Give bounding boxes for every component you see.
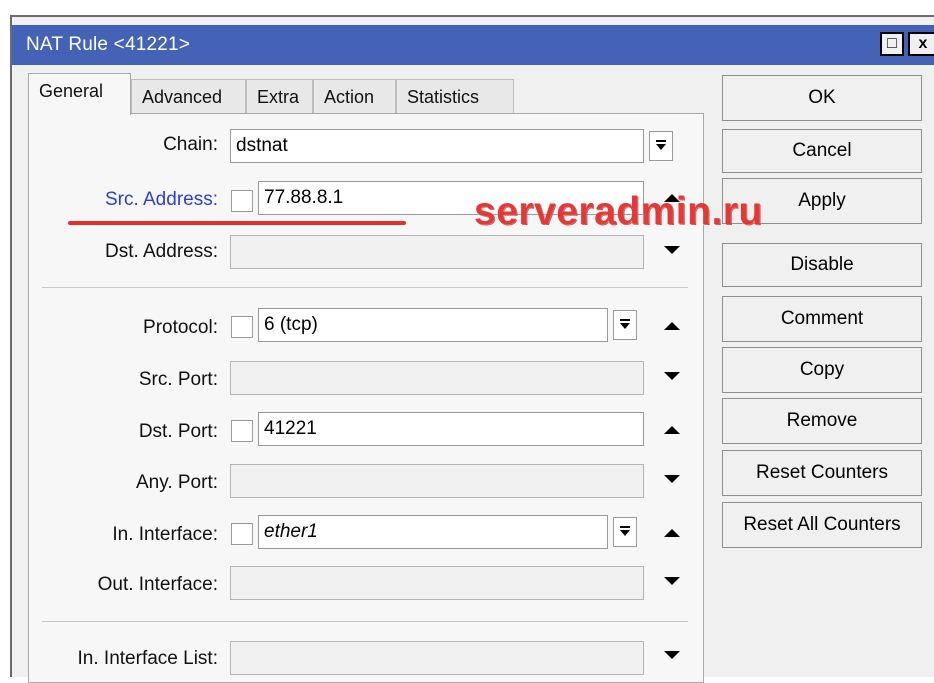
maximize-icon[interactable]: □	[880, 32, 904, 56]
arrow-up-icon[interactable]	[660, 418, 684, 442]
chain-field[interactable]: dstnat	[230, 129, 644, 163]
dst-address-field[interactable]	[230, 235, 644, 269]
protocol-negate-checkbox[interactable]	[231, 316, 253, 338]
tab-general[interactable]: General	[28, 73, 131, 115]
tab-advanced[interactable]: Advanced	[131, 79, 246, 113]
separator	[42, 621, 688, 622]
src-port-field[interactable]	[230, 361, 644, 395]
watermark: serveradmin.ru	[474, 190, 763, 233]
window-title: NAT Rule <41221>	[26, 34, 191, 55]
arrow-up-icon[interactable]	[660, 314, 684, 338]
out-interface-label: Out. Interface:	[97, 574, 218, 595]
dst-port-label: Dst. Port:	[138, 421, 218, 442]
arrow-down-icon[interactable]	[660, 238, 684, 262]
tab-action[interactable]: Action	[313, 79, 396, 113]
src-address-negate-checkbox[interactable]	[231, 190, 253, 212]
dst-port-negate-checkbox[interactable]	[231, 420, 253, 442]
disable-button[interactable]: Disable	[722, 243, 922, 287]
chain-label: Chain:	[163, 134, 218, 155]
remove-button[interactable]: Remove	[722, 398, 922, 444]
separator	[42, 287, 688, 288]
arrow-down-icon[interactable]	[660, 643, 684, 667]
src-address-label[interactable]: Src. Address:	[105, 189, 218, 211]
protocol-label: Protocol:	[143, 317, 218, 338]
dropdown-icon	[656, 140, 666, 150]
chain-dropdown-button[interactable]	[649, 131, 673, 161]
in-interface-dropdown-button[interactable]	[613, 517, 637, 547]
dst-address-label: Dst. Address:	[105, 241, 218, 262]
src-port-label: Src. Port:	[138, 369, 218, 390]
dst-port-field[interactable]: 41221	[258, 412, 644, 446]
cancel-button[interactable]: Cancel	[722, 129, 922, 173]
close-icon[interactable]: x	[908, 32, 934, 56]
arrow-up-icon[interactable]	[660, 521, 684, 545]
in-interface-label: In. Interface:	[112, 524, 218, 545]
arrow-down-icon[interactable]	[660, 569, 684, 593]
reset-all-counters-button[interactable]: Reset All Counters	[722, 502, 922, 548]
protocol-field[interactable]: 6 (tcp)	[258, 308, 608, 342]
comment-button[interactable]: Comment	[722, 296, 922, 342]
tab-statistics[interactable]: Statistics	[396, 79, 514, 113]
arrow-down-icon[interactable]	[660, 364, 684, 388]
dropdown-icon	[620, 526, 630, 536]
any-port-label: Any. Port:	[135, 472, 218, 493]
arrow-down-icon[interactable]	[660, 467, 684, 491]
dropdown-icon	[620, 319, 630, 329]
in-interface-field[interactable]: ether1	[258, 515, 608, 549]
out-interface-field[interactable]	[230, 566, 644, 600]
ok-button[interactable]: OK	[722, 75, 922, 121]
in-interface-negate-checkbox[interactable]	[231, 523, 253, 545]
annotation-underline	[68, 221, 406, 225]
tab-extra[interactable]: Extra	[246, 79, 313, 113]
copy-button[interactable]: Copy	[722, 347, 922, 393]
in-interface-list-label: In. Interface List:	[77, 648, 218, 669]
reset-counters-button[interactable]: Reset Counters	[722, 450, 922, 496]
title-bar[interactable]: NAT Rule <41221> □ x	[12, 25, 934, 65]
any-port-field[interactable]	[230, 464, 644, 498]
protocol-dropdown-button[interactable]	[613, 310, 637, 340]
